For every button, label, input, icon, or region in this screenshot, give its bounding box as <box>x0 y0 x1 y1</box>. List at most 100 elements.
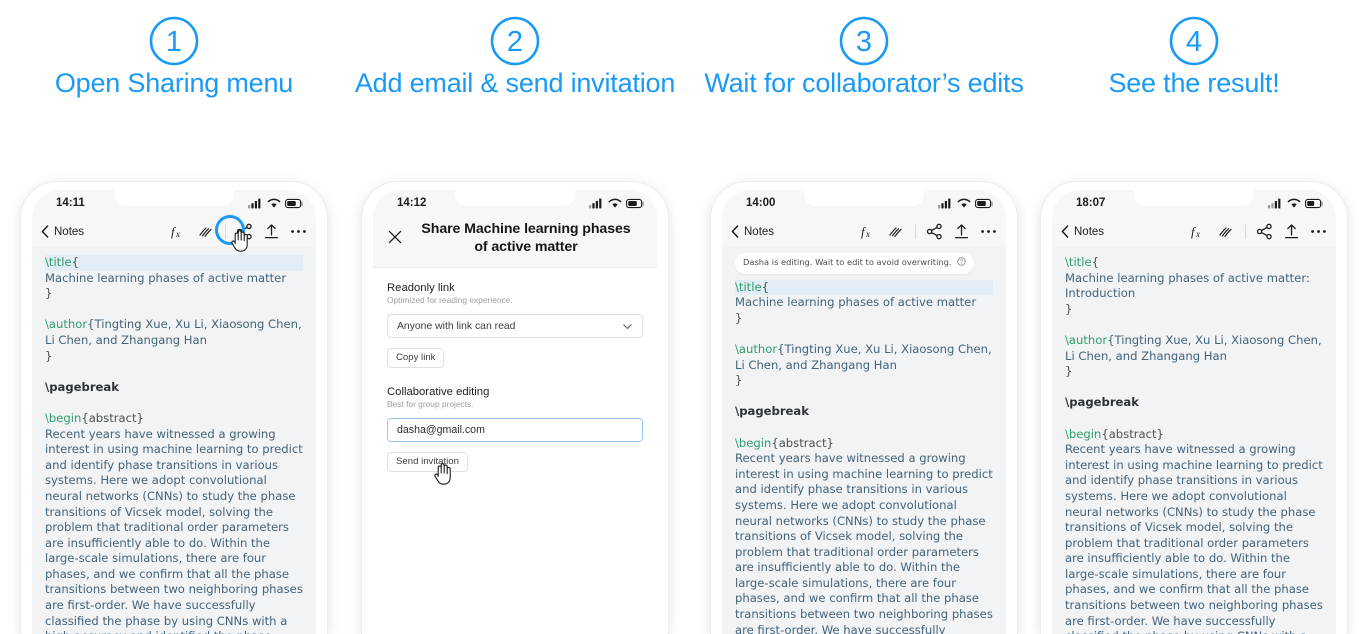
more-options-icon[interactable] <box>290 223 307 240</box>
back-button[interactable]: Notes <box>731 225 774 238</box>
upload-icon[interactable] <box>953 223 970 240</box>
latex-begin-arg: {abstract} <box>1101 426 1164 441</box>
wifi-icon <box>608 198 622 208</box>
step-number-2: 2 <box>345 14 685 66</box>
doc-title-text: Machine learning phases of active matter <box>45 270 287 285</box>
latex-close-brace-2: } <box>45 348 53 363</box>
latex-author-command: \author <box>1065 332 1108 347</box>
latex-pagebreak: \pagebreak <box>1065 395 1139 410</box>
doc-title-text-edited: Machine learning phases of active matter… <box>1065 270 1314 301</box>
share-sheet-header: Share Machine learning phases of active … <box>373 216 657 268</box>
latex-open-brace: { <box>761 279 769 294</box>
collaborator-editing-banner-text: Dasha is editing. Wait to edit to avoid … <box>743 257 952 267</box>
toolbar-divider <box>1245 224 1246 239</box>
phone-mockup-1: 14:11 Notes fx \title{Machine learning … <box>21 182 327 634</box>
close-icon[interactable] <box>387 229 403 245</box>
step-digit-1: 1 <box>166 26 182 58</box>
back-label: Notes <box>744 225 775 238</box>
status-time: 14:12 <box>397 197 427 209</box>
signal-icon <box>1268 198 1281 208</box>
doc-abstract-text: Recent years have witnessed a growing in… <box>735 451 993 634</box>
svg-text:x: x <box>175 229 180 239</box>
nav-bar-1: Notes fx <box>32 215 316 252</box>
latex-editor-1[interactable]: \title{ Machine learning phases of activ… <box>32 247 316 634</box>
share-icon[interactable] <box>1256 223 1273 240</box>
latex-close-brace: } <box>735 310 743 325</box>
share-sheet-body: Readonly link Optimized for reading expe… <box>373 268 657 485</box>
formula-fx-icon[interactable]: fx <box>171 223 188 240</box>
collaborator-editing-banner: Dasha is editing. Wait to edit to avoid … <box>735 253 975 274</box>
readonly-link-label: Readonly link <box>387 282 455 294</box>
toolbar-divider <box>915 224 916 239</box>
svg-text:?: ? <box>960 260 963 266</box>
more-options-icon[interactable] <box>980 223 997 240</box>
send-invitation-button[interactable]: Send invitation <box>387 452 468 472</box>
more-options-icon[interactable] <box>1310 223 1327 240</box>
step-digit-4: 4 <box>1186 26 1202 58</box>
chevron-left-icon <box>731 225 739 238</box>
formula-fx-icon[interactable]: fx <box>1191 223 1208 240</box>
latex-begin-command: \begin <box>1065 426 1102 441</box>
latex-editor-3[interactable]: Dasha is editing. Wait to edit to avoid … <box>722 247 1006 634</box>
share-icon[interactable] <box>926 223 943 240</box>
chevron-left-icon <box>1061 225 1069 238</box>
latex-title-command: \title <box>1065 255 1092 269</box>
latex-pagebreak: \pagebreak <box>45 379 119 394</box>
doc-abstract-text: Recent years have witnessed a growing in… <box>45 426 303 634</box>
readonly-link-sublabel: Optimized for reading experience. <box>387 295 513 305</box>
share-sheet-title: Share Machine learning phases of active … <box>421 221 631 255</box>
latex-close-brace-2: } <box>735 373 743 388</box>
step-number-1: 1 <box>4 14 344 66</box>
latex-editor-4[interactable]: \title{ Machine learning phases of activ… <box>1052 247 1336 634</box>
pen-scribble-icon[interactable] <box>1218 223 1235 240</box>
step-number-3: 3 <box>694 14 1034 66</box>
signal-icon <box>589 198 602 208</box>
tutorial-board: 1 Open Sharing menu 14:11 Notes f x \tit… <box>0 0 1359 634</box>
back-label: Notes <box>1074 225 1105 238</box>
hand-cursor-icon <box>434 463 451 485</box>
step-column-2: 2 Add email & send invitation 14:12 Shar… <box>345 0 685 634</box>
chevron-down-icon <box>623 323 632 329</box>
phone-screen-2: 14:12 Share Machine learning phases of a… <box>373 190 657 634</box>
toolbar-divider <box>225 224 226 239</box>
latex-close-brace: } <box>1065 301 1073 316</box>
upload-icon[interactable] <box>263 223 280 240</box>
upload-icon[interactable] <box>1283 223 1300 240</box>
step-column-4: 4 See the result! 18:07 Notes f x \title… <box>1024 0 1359 634</box>
latex-begin-command: \begin <box>735 435 772 450</box>
pen-scribble-icon[interactable] <box>198 223 215 240</box>
latex-close-brace-2: } <box>1065 364 1073 379</box>
chevron-left-icon <box>41 225 49 238</box>
svg-text:x: x <box>1195 229 1200 239</box>
signal-icon <box>938 198 951 208</box>
latex-begin-arg: {abstract} <box>771 435 834 450</box>
email-field[interactable]: dasha@gmail.com <box>387 418 643 442</box>
back-button[interactable]: Notes <box>41 225 84 238</box>
battery-icon <box>975 198 993 208</box>
latex-open-brace: { <box>1091 255 1099 269</box>
step-title-3: Wait for collaborator’s edits <box>704 68 1024 98</box>
copy-link-button[interactable]: Copy link <box>387 348 445 368</box>
status-time: 14:11 <box>56 197 85 209</box>
latex-title-command: \title <box>735 279 762 294</box>
step-column-3: 3 Wait for collaborator’s edits 14:00 No… <box>694 0 1034 634</box>
wifi-icon <box>1287 198 1301 208</box>
latex-begin-command: \begin <box>45 410 82 425</box>
formula-fx-icon[interactable]: fx <box>861 223 878 240</box>
latex-title-command: \title <box>45 255 72 269</box>
doc-title-text: Machine learning phases of active matter <box>735 295 977 310</box>
doc-abstract-text: Recent years have witnessed a growing in… <box>1065 442 1323 634</box>
latex-close-brace: } <box>45 286 53 301</box>
phone-mockup-3: 14:00 Notes fx Dasha is editing. Wait to… <box>711 182 1017 634</box>
question-mark-icon[interactable]: ? <box>957 257 966 266</box>
back-button[interactable]: Notes <box>1061 225 1104 238</box>
phone-mockup-2: 14:12 Share Machine learning phases of a… <box>362 182 668 634</box>
phone-screen-3: 14:00 Notes fx Dasha is editing. Wait to… <box>722 190 1006 634</box>
latex-pagebreak: \pagebreak <box>735 404 809 419</box>
permission-select[interactable]: Anyone with link can read <box>387 314 643 338</box>
wifi-icon <box>267 198 281 208</box>
pen-scribble-icon[interactable] <box>888 223 905 240</box>
step-title-4: See the result! <box>1108 68 1280 98</box>
latex-open-brace: { <box>71 255 79 269</box>
phone-notch <box>455 190 575 206</box>
